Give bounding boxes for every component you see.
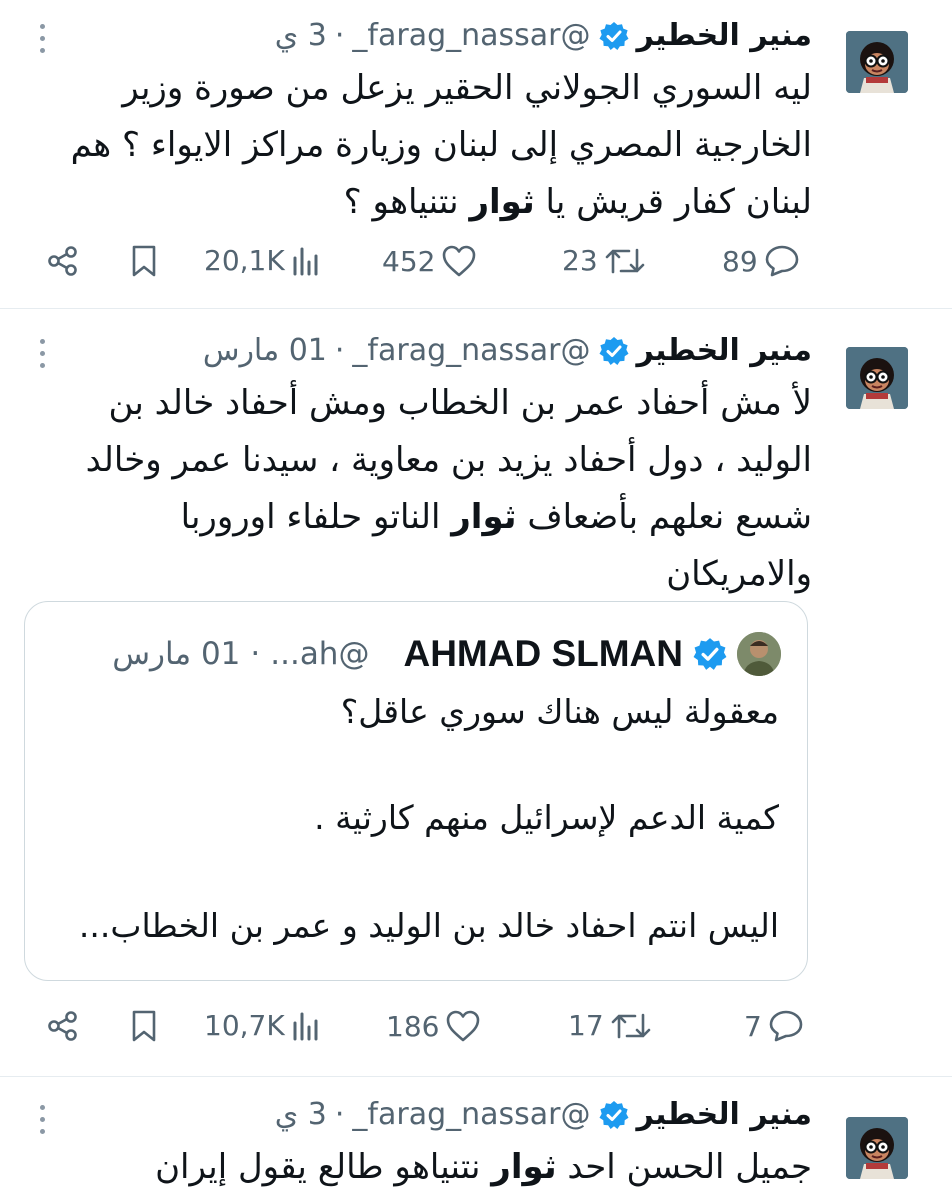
verified-icon [598,336,629,366]
tweet-actions: 10,7K 186 17 7 [0,999,952,1059]
retweet-button[interactable]: 23 [562,244,646,277]
tweet-1[interactable]: منير الخطير @farag_nassar_ · 3 ي ليه الس… [0,0,952,308]
like-count: 452 [382,244,436,278]
bookmark-icon [132,245,156,277]
separator-dot: · [334,18,345,53]
like-button[interactable]: 452 [382,244,477,278]
author-handle[interactable]: @farag_nassar_ [352,16,590,56]
tweet-text-part: جميل الحسن احد [556,1147,812,1187]
like-button[interactable]: 186 [386,1009,481,1043]
retweet-button[interactable]: 17 [568,1009,652,1042]
quote-line: كمية الدعم لإسرائيل منهم كارثية . [314,798,779,837]
tweet-line: ليه السوري الجولاني الحقير يزعل من صورة … [122,68,812,108]
more-icon[interactable] [34,1105,50,1134]
quote-author-handle[interactable]: @ah... [270,632,369,676]
retweet-count: 17 [568,1009,604,1042]
verified-icon [598,21,629,51]
tweet-line: والامريكان [666,554,812,594]
tweet-header: منير الخطير @farag_nassar_ · 3 ي [275,16,812,56]
more-icon[interactable] [34,24,50,53]
retweet-icon [611,1013,650,1038]
reply-button[interactable]: 7 [744,1009,804,1043]
tweet-line: لبنان كفار قريش يا ثوار نتنياهو ؟ [52,174,812,231]
views-count: 20,1K [204,244,285,277]
quote-author-name[interactable]: AHMAD SLMAN [403,632,683,676]
quote-time[interactable]: 01 مارس [112,632,240,676]
tweet-bold-word: ثوار [451,497,517,537]
verified-icon [693,637,727,671]
share-button[interactable] [46,244,80,278]
like-icon [443,245,476,277]
views-icon [293,1012,318,1040]
reply-count: 89 [722,244,758,278]
tweet-line: شسع نعلهم بأضعاف ثوار الناتو حلفاء اورور… [52,489,812,546]
tweet-line: الخارجية المصري إلى لبنان وزيارة مراكز ا… [70,125,812,165]
quote-line: اليس انتم احفاد خالد بن الوليد و عمر بن … [78,906,779,945]
separator-dot: · [334,333,345,368]
author-handle[interactable]: @farag_nassar_ [352,1095,590,1135]
tweet-bold-word: ثوار [491,1147,557,1187]
tweet-text: جميل الحسن احد ثوار نتنياهو طالع يقول إي… [52,1139,812,1196]
share-button[interactable] [46,1009,80,1043]
separator-dot: · [250,636,261,672]
like-icon [447,1010,480,1042]
retweet-icon [605,248,644,273]
quoted-tweet[interactable]: AHMAD SLMAN @ah... · 01 مارس معقولة ليس … [24,601,808,981]
author-handle[interactable]: @farag_nassar_ [352,331,590,371]
tweet-time[interactable]: 3 ي [275,1095,327,1135]
tweet-text: لأ مش أحفاد عمر بن الخطاب ومش أحفاد خالد… [52,375,812,603]
quote-line: معقولة ليس هناك سوري عاقل؟ [340,692,779,731]
tweet-text-part: لبنان كفار قريش يا [534,182,812,222]
tweet-text-part: الناتو حلفاء اوروربا [180,497,452,537]
quote-header: AHMAD SLMAN @ah... · 01 مارس [112,632,781,676]
views-button[interactable]: 10,7K [204,1009,321,1042]
tweet-actions: 20,1K 452 23 89 [0,234,952,294]
tweet-text: ليه السوري الجولاني الحقير يزعل من صورة … [52,60,812,231]
reply-icon [769,1010,803,1042]
bookmark-button[interactable] [128,1009,160,1043]
like-count: 186 [386,1009,440,1043]
retweet-count: 23 [562,244,598,277]
reply-icon [765,245,798,277]
bookmark-button[interactable] [128,244,160,278]
tweet-time[interactable]: 01 مارس [203,331,327,371]
tweet-text-part: نتنياهو طالع يقول إيران [155,1147,492,1187]
tweet-text-part: شسع نعلهم بأضعاف [516,497,812,537]
avatar[interactable] [846,31,908,93]
tweet-line: لأ مش أحفاد عمر بن الخطاب ومش أحفاد خالد… [108,383,812,423]
quote-avatar[interactable] [737,632,781,676]
tweet-line: الوليد ، دول أحفاد يزيد بن معاوية ، سيدن… [85,440,812,480]
verified-icon [598,1100,629,1130]
tweet-time[interactable]: 3 ي [275,16,327,56]
tweet-line: جميل الحسن احد ثوار نتنياهو طالع يقول إي… [52,1139,812,1196]
views-count: 10,7K [204,1009,285,1042]
separator-dot: · [334,1097,345,1132]
reply-button[interactable]: 89 [722,244,800,278]
reply-count: 7 [744,1009,762,1043]
author-name[interactable]: منير الخطير [637,16,812,56]
author-name[interactable]: منير الخطير [637,331,812,371]
tweet-header: منير الخطير @farag_nassar_ · 3 ي [275,1095,812,1135]
share-icon [48,1011,77,1041]
tweet-header: منير الخطير @farag_nassar_ · 01 مارس [203,331,812,371]
tweet-3[interactable]: منير الخطير @farag_nassar_ · 3 ي جميل ال… [0,1077,952,1200]
tweet-2[interactable]: منير الخطير @farag_nassar_ · 01 مارس لأ … [0,309,952,1075]
tweet-bold-word: ثوار [469,182,535,222]
more-icon[interactable] [34,339,50,368]
avatar[interactable] [846,1117,908,1179]
views-icon [293,247,318,275]
share-icon [48,246,77,276]
avatar[interactable] [846,347,908,409]
tweet-text-part: نتنياهو ؟ [343,182,470,222]
views-button[interactable]: 20,1K [204,244,321,277]
bookmark-icon [132,1010,156,1042]
author-name[interactable]: منير الخطير [637,1095,812,1135]
